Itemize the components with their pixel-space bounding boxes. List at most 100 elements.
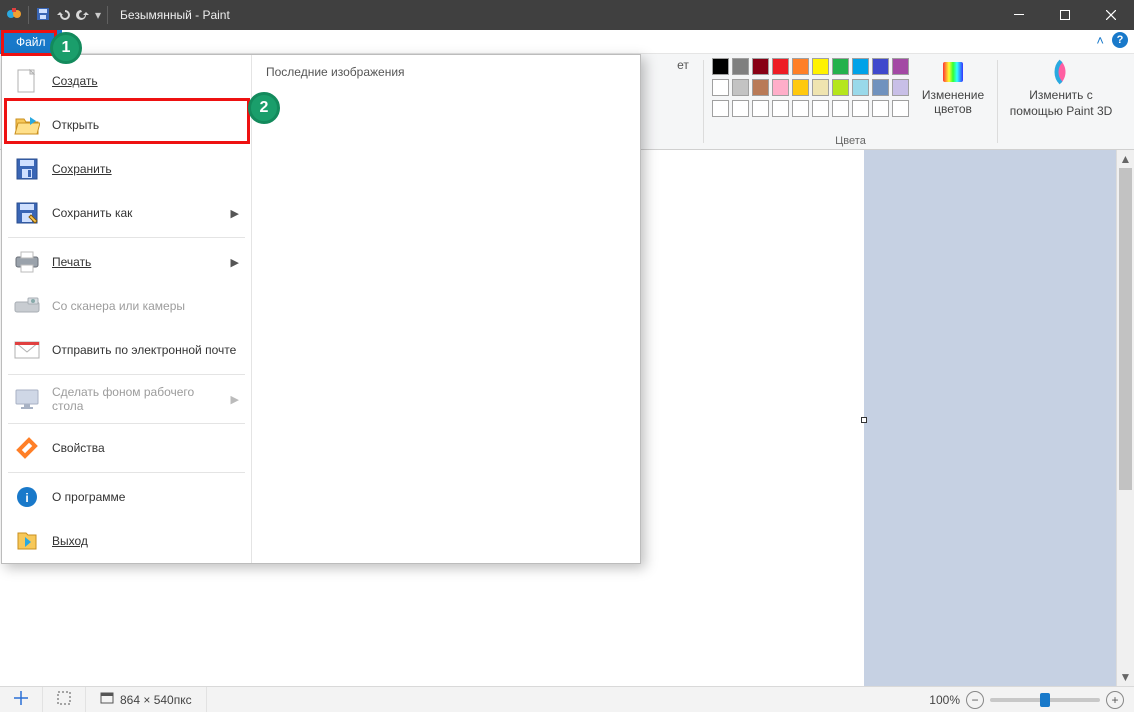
color-swatch[interactable] bbox=[832, 79, 849, 96]
menu-item-scanner: Со сканера или камеры bbox=[2, 284, 251, 328]
color-swatch[interactable] bbox=[832, 100, 849, 117]
recent-files-header: Последние изображения bbox=[266, 65, 626, 79]
edit-colors-button[interactable]: Изменение цветов bbox=[917, 58, 989, 116]
color-swatch[interactable] bbox=[852, 100, 869, 117]
color-swatch[interactable] bbox=[812, 100, 829, 117]
collapse-ribbon-icon[interactable]: ˄ bbox=[1096, 33, 1104, 48]
color-swatch[interactable] bbox=[852, 79, 869, 96]
recent-files-panel: Последние изображения bbox=[252, 55, 640, 563]
color-swatch[interactable] bbox=[812, 79, 829, 96]
qat-undo-icon[interactable] bbox=[55, 6, 71, 25]
cursor-position-icon bbox=[14, 691, 28, 708]
print-icon bbox=[14, 249, 40, 275]
color-swatch[interactable] bbox=[752, 79, 769, 96]
paint3d-label-2: помощью Paint 3D bbox=[1010, 104, 1113, 118]
menu-item-print[interactable]: Печать ▶ bbox=[2, 240, 251, 284]
menu-item-wallpaper-label: Сделать фоном рабочего стола bbox=[52, 385, 219, 413]
qat-redo-icon[interactable] bbox=[75, 6, 91, 25]
new-file-icon bbox=[14, 68, 40, 94]
color-swatch[interactable] bbox=[812, 58, 829, 75]
color-swatch[interactable] bbox=[732, 79, 749, 96]
scanner-icon bbox=[14, 293, 40, 319]
menu-item-open[interactable]: Открыть bbox=[2, 103, 251, 147]
color-swatch[interactable] bbox=[712, 58, 729, 75]
edit-colors-icon bbox=[939, 58, 967, 86]
color-swatch[interactable] bbox=[892, 79, 909, 96]
color-swatch[interactable] bbox=[852, 58, 869, 75]
qat-customize-icon[interactable]: ▾ bbox=[95, 8, 101, 22]
color-swatch[interactable] bbox=[732, 100, 749, 117]
close-button[interactable] bbox=[1088, 0, 1134, 30]
submenu-arrow-icon: ▶ bbox=[231, 393, 239, 406]
resize-handle-right[interactable] bbox=[861, 417, 867, 423]
color-swatch[interactable] bbox=[772, 79, 789, 96]
menu-item-exit-label: Выход bbox=[52, 534, 239, 548]
zoom-slider-thumb[interactable] bbox=[1040, 693, 1050, 707]
color-swatch[interactable] bbox=[792, 58, 809, 75]
zoom-value: 100% bbox=[929, 693, 960, 707]
color-swatch[interactable] bbox=[832, 58, 849, 75]
color-swatch[interactable] bbox=[872, 58, 889, 75]
color-swatch[interactable] bbox=[892, 58, 909, 75]
help-icon[interactable]: ? bbox=[1112, 32, 1128, 48]
edit-colors-label: Изменение цветов bbox=[917, 88, 989, 116]
properties-icon bbox=[14, 435, 40, 461]
ribbon-tab-strip: Файл ˄ ? bbox=[0, 30, 1134, 54]
colors-group: Изменение цветов Цвета bbox=[704, 54, 997, 149]
color-swatch[interactable] bbox=[872, 100, 889, 117]
minimize-button[interactable] bbox=[996, 0, 1042, 30]
menu-item-wallpaper: Сделать фоном рабочего стола ▶ bbox=[2, 377, 251, 421]
paint3d-icon bbox=[1047, 58, 1075, 86]
scrollbar-thumb[interactable] bbox=[1119, 168, 1132, 490]
submenu-arrow-icon: ▶ bbox=[231, 256, 239, 269]
color-swatch[interactable] bbox=[772, 100, 789, 117]
zoom-slider[interactable] bbox=[990, 698, 1100, 702]
color-swatch[interactable] bbox=[872, 79, 889, 96]
color-swatch[interactable] bbox=[792, 79, 809, 96]
menu-item-email[interactable]: Отправить по электронной почте bbox=[2, 328, 251, 372]
menu-item-exit[interactable]: Выход bbox=[2, 519, 251, 563]
color-palette bbox=[712, 58, 909, 117]
window-title: Безымянный - Paint bbox=[110, 8, 996, 22]
canvas-size-icon bbox=[100, 691, 114, 708]
menu-item-saveas[interactable]: Сохранить как ▶ bbox=[2, 191, 251, 235]
exit-icon bbox=[14, 528, 40, 554]
menu-item-print-label: Печать bbox=[52, 255, 219, 269]
color-swatch[interactable] bbox=[792, 100, 809, 117]
email-icon bbox=[14, 337, 40, 363]
file-menu: Создать Открыть Сохранить Сохранить как … bbox=[1, 54, 641, 564]
color-swatch[interactable] bbox=[732, 58, 749, 75]
menu-item-about[interactable]: i О программе bbox=[2, 475, 251, 519]
qat-save-icon[interactable] bbox=[35, 6, 51, 25]
menu-item-properties[interactable]: Свойства bbox=[2, 426, 251, 470]
maximize-button[interactable] bbox=[1042, 0, 1088, 30]
menu-item-save[interactable]: Сохранить bbox=[2, 147, 251, 191]
save-as-icon bbox=[14, 200, 40, 226]
about-icon: i bbox=[14, 484, 40, 510]
file-tab[interactable]: Файл bbox=[0, 30, 62, 54]
color-swatch[interactable] bbox=[752, 100, 769, 117]
title-bar: ▾ Безымянный - Paint bbox=[0, 0, 1134, 30]
vertical-scrollbar[interactable]: ▲ ▼ bbox=[1116, 150, 1134, 686]
zoom-in-button[interactable]: + bbox=[1106, 691, 1124, 709]
menu-item-new[interactable]: Создать bbox=[2, 59, 251, 103]
color-swatch[interactable] bbox=[772, 58, 789, 75]
menu-item-open-label: Открыть bbox=[52, 118, 239, 132]
menu-item-new-label: Создать bbox=[52, 74, 239, 88]
save-icon bbox=[14, 156, 40, 182]
paint-app-icon bbox=[6, 6, 22, 25]
color-swatch[interactable] bbox=[712, 100, 729, 117]
scroll-up-icon[interactable]: ▲ bbox=[1118, 150, 1134, 168]
status-bar: 864 × 540пкс 100% − + bbox=[0, 686, 1134, 712]
color-swatch[interactable] bbox=[892, 100, 909, 117]
scroll-down-icon[interactable]: ▼ bbox=[1118, 668, 1134, 686]
color-swatch[interactable] bbox=[712, 79, 729, 96]
menu-item-scanner-label: Со сканера или камеры bbox=[52, 299, 239, 313]
paint3d-button[interactable]: Изменить с помощью Paint 3D bbox=[1006, 58, 1116, 118]
selection-icon bbox=[57, 691, 71, 708]
paint3d-label-1: Изменить с bbox=[1029, 88, 1092, 102]
colors-group-caption: Цвета bbox=[835, 133, 866, 147]
menu-item-save-label: Сохранить bbox=[52, 162, 239, 176]
zoom-out-button[interactable]: − bbox=[966, 691, 984, 709]
color-swatch[interactable] bbox=[752, 58, 769, 75]
